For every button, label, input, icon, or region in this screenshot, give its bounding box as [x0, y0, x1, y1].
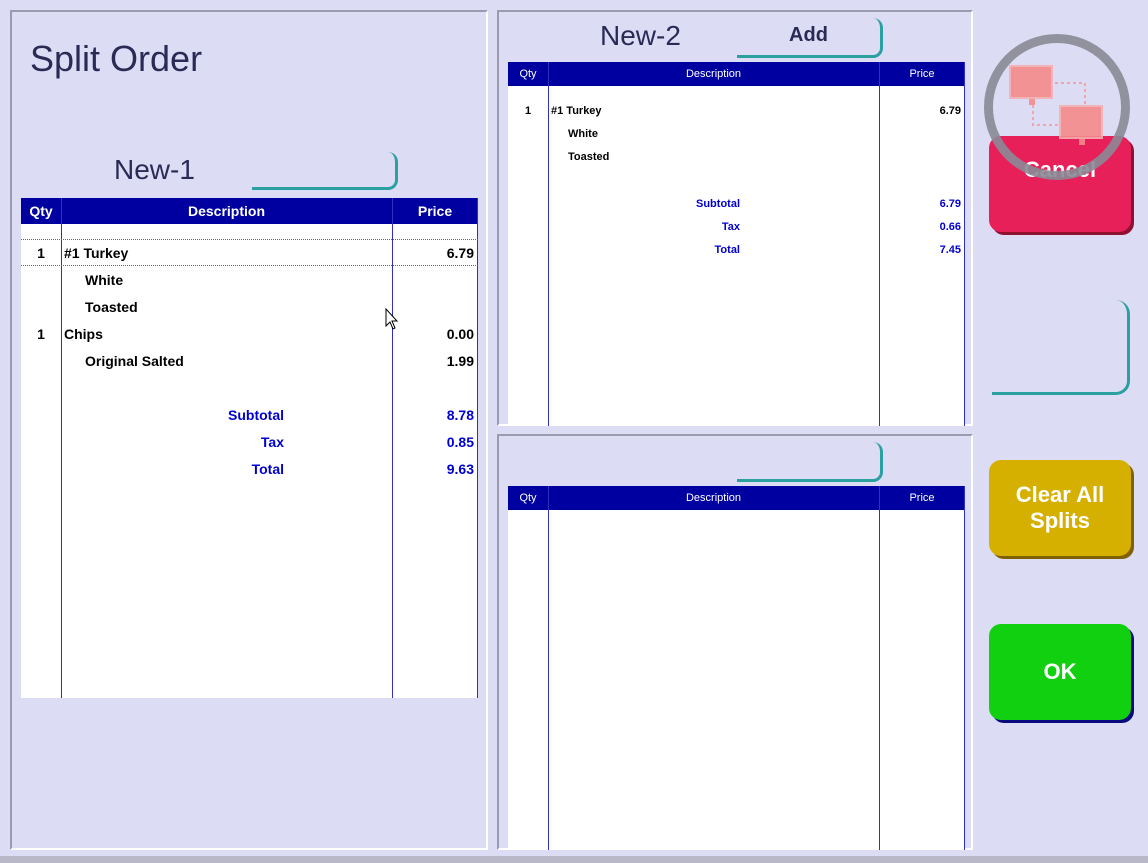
item-description: #1 Turkey: [551, 104, 602, 117]
total-label: Tax: [721, 221, 740, 234]
ok-button[interactable]: OK: [989, 624, 1131, 720]
item-qty: 1: [37, 244, 45, 261]
description-header: Description: [685, 492, 742, 504]
qty-header: Qty: [519, 68, 537, 80]
split-3-add-button[interactable]: [737, 442, 883, 482]
split-2-add-button[interactable]: Add: [737, 18, 883, 58]
total-label: Subtotal: [696, 197, 740, 210]
order-item-row[interactable]: 1 #1 Turkey 6.79: [21, 239, 478, 266]
item-price: 6.79: [939, 104, 961, 117]
item-price: 1.99: [446, 352, 474, 369]
total-label: Total: [251, 460, 284, 477]
table-header: Qty Description Price: [21, 198, 478, 224]
total-row-total: Total 9.63: [21, 455, 478, 482]
item-description: White: [85, 271, 124, 288]
price-header: Price: [909, 68, 935, 80]
split-1-add-button[interactable]: [252, 152, 398, 190]
total-row-subtotal: Subtotal 8.78: [21, 401, 478, 428]
item-description: Toasted: [568, 151, 610, 164]
total-label: Subtotal: [228, 406, 284, 423]
total-value: 0.85: [446, 433, 474, 450]
total-value: 0.66: [939, 221, 961, 234]
total-value: 9.63: [446, 460, 474, 477]
item-qty: 1: [524, 104, 532, 117]
order-item-row[interactable]: White: [21, 266, 478, 293]
mouse-pointer-icon: [385, 308, 399, 330]
total-row-subtotal: Subtotal 6.79: [508, 192, 965, 215]
description-header: Description: [685, 68, 742, 80]
split-3-table: Qty Description Price: [508, 486, 965, 850]
split-1-table: Qty Description Price 1 #1 Turkey 6.79 Whit…: [21, 198, 478, 698]
total-label: Tax: [260, 433, 284, 450]
total-label: Total: [714, 244, 740, 257]
total-row-tax: Tax 0.85: [21, 428, 478, 455]
qty-header: Qty: [29, 203, 53, 219]
price-header: Price: [417, 203, 453, 219]
item-description: Toasted: [85, 298, 138, 315]
item-price: 6.79: [446, 244, 474, 261]
total-value: 7.45: [939, 244, 961, 257]
item-description: Chips: [64, 325, 103, 342]
total-value: 6.79: [939, 197, 961, 210]
description-header: Description: [187, 203, 265, 219]
item-description: #1 Turkey: [64, 244, 129, 261]
clear-all-splits-button[interactable]: Clear All Splits: [989, 460, 1131, 556]
page-title: Split Order: [30, 38, 203, 79]
split-panel-3: Qty Description Price: [497, 434, 973, 850]
total-row-total: Total 7.45: [508, 239, 965, 262]
order-item-row[interactable]: Original Salted 1.99: [21, 347, 478, 374]
order-item-row[interactable]: 1 #1 Turkey 6.79: [508, 99, 965, 122]
item-description: Original Salted: [85, 352, 184, 369]
table-header: Qty Description Price: [508, 62, 965, 86]
order-item-row[interactable]: White: [508, 122, 965, 145]
split-1-name: New-1: [114, 154, 195, 185]
split-2-table: Qty Description Price 1 #1 Turkey 6.79 Whit…: [508, 62, 965, 426]
item-qty: 1: [37, 325, 45, 342]
order-item-row[interactable]: Toasted: [508, 146, 965, 169]
bottom-bar: [0, 856, 1148, 863]
price-header: Price: [909, 492, 935, 504]
order-item-row[interactable]: Toasted: [21, 293, 478, 320]
qty-header: Qty: [519, 492, 537, 504]
split-2-name: New-2: [600, 20, 681, 51]
blank-button[interactable]: [992, 300, 1130, 395]
order-item-row[interactable]: 1 Chips 0.00: [21, 320, 478, 347]
total-row-tax: Tax 0.66: [508, 216, 965, 239]
item-description: White: [568, 127, 598, 140]
split-panel-2: New-2 Add Qty Description Price 1 #1 Turk…: [497, 10, 973, 426]
table-header: Qty Description Price: [508, 486, 965, 510]
split-panel-1: Split Order New-1 Qty Description Price …: [10, 10, 488, 850]
network-connection-icon: [984, 34, 1130, 180]
item-price: 0.00: [446, 325, 474, 342]
total-value: 8.78: [446, 406, 474, 423]
